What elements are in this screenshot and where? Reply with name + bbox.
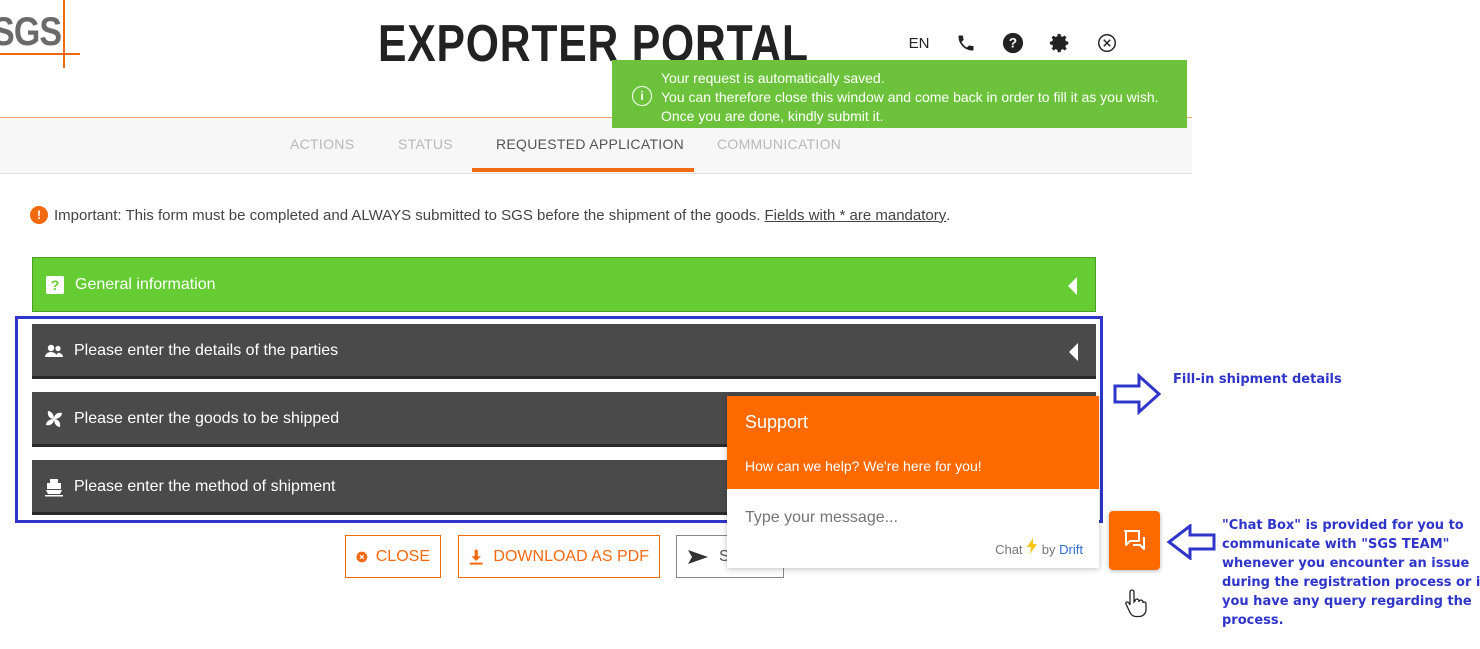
chat-toggle-button[interactable] xyxy=(1109,511,1160,570)
autosave-toast: i Your request is automatically saved. Y… xyxy=(612,60,1187,128)
download-icon xyxy=(469,549,483,565)
support-chat-widget: Support How can we help? We're here for … xyxy=(727,396,1099,568)
phone-icon[interactable] xyxy=(947,33,985,53)
close-icon xyxy=(356,551,368,562)
section-parties[interactable]: Please enter the details of the parties xyxy=(32,324,1096,379)
users-icon xyxy=(45,344,63,357)
arrow-right-annotation-icon xyxy=(1113,373,1162,415)
annotation-shipment: Fill-in shipment details xyxy=(1173,372,1342,387)
sgs-logo: SGS xyxy=(0,0,90,70)
svg-text:?: ? xyxy=(1009,36,1017,51)
close-circle-icon[interactable] xyxy=(1088,32,1126,54)
language-selector[interactable]: EN xyxy=(900,35,938,52)
chat-bubble-icon xyxy=(1123,529,1145,550)
active-tab-indicator xyxy=(472,168,694,172)
chat-message-input[interactable] xyxy=(745,509,1045,527)
help-icon[interactable]: ? xyxy=(994,32,1032,54)
hand-cursor-icon xyxy=(1125,589,1147,618)
tab-status[interactable]: STATUS xyxy=(398,136,453,152)
arrow-left-annotation-icon xyxy=(1166,524,1216,560)
tab-actions[interactable]: ACTIONS xyxy=(290,136,354,152)
close-button[interactable]: CLOSE xyxy=(345,535,441,578)
header-toolbar: EN ? xyxy=(900,28,1135,58)
annotation-chatbox: "Chat Box" is provided for you to commun… xyxy=(1222,518,1480,628)
fan-icon xyxy=(46,411,62,427)
settings-icon[interactable] xyxy=(1041,32,1079,54)
chat-powered-by[interactable]: Chat by Drift xyxy=(995,538,1083,557)
info-icon: ! xyxy=(30,206,48,224)
section-general-information[interactable]: ? General information xyxy=(32,257,1096,312)
download-pdf-button[interactable]: DOWNLOAD AS PDF xyxy=(458,535,660,578)
tab-requested-application[interactable]: REQUESTED APPLICATION xyxy=(496,136,684,152)
chat-title: Support xyxy=(745,412,809,432)
chevron-left-icon xyxy=(1068,277,1077,295)
question-icon: ? xyxy=(46,276,64,294)
send-icon xyxy=(688,549,708,564)
tab-communication[interactable]: COMMUNICATION xyxy=(717,136,841,152)
ship-icon xyxy=(45,479,63,497)
mandatory-fields-link[interactable]: Fields with * are mandatory xyxy=(765,207,947,224)
important-note: ! Important: This form must be completed… xyxy=(30,206,950,224)
svg-text:?: ? xyxy=(51,277,60,293)
chevron-left-icon xyxy=(1069,343,1078,361)
info-icon: i xyxy=(632,86,652,106)
chat-header: Support How can we help? We're here for … xyxy=(727,396,1099,489)
lightning-icon xyxy=(1027,538,1038,554)
chat-subtitle: How can we help? We're here for you! xyxy=(745,458,982,474)
